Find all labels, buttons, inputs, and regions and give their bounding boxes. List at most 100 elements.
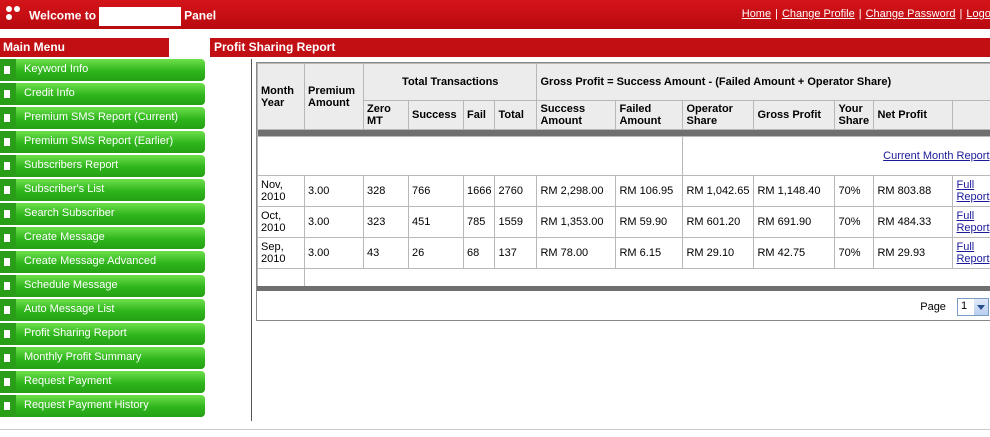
redacted-name-box <box>99 7 182 26</box>
table-row: Nov, 2010 3.00 328 766 1666 2760 RM 2,29… <box>257 175 990 207</box>
menu-item-schedule-message[interactable]: Schedule Message <box>0 275 205 297</box>
bullet-icon <box>4 306 10 314</box>
cell-gross-profit: RM 42.75 <box>753 237 836 269</box>
footer-cell <box>257 268 305 288</box>
report-panel: Month Year Premium Amount Total Transact… <box>256 62 990 321</box>
cell-gross-profit: RM 1,148.40 <box>753 175 836 207</box>
menu-item-create-message-advanced[interactable]: Create Message Advanced <box>0 251 205 273</box>
cell-fail: 68 <box>462 237 496 269</box>
bullet-icon <box>4 234 10 242</box>
col-operator-share: Operator Share <box>682 100 755 130</box>
cell-your-share: 70% <box>834 175 875 207</box>
table-row: Oct, 2010 3.00 323 451 785 1559 RM 1,353… <box>257 206 990 238</box>
bullet-icon <box>4 90 10 98</box>
cell-month: Sep, 2010 <box>257 237 305 269</box>
menu-item-credit-info[interactable]: Credit Info <box>0 83 205 105</box>
cell-total: 2760 <box>494 175 538 207</box>
col-total-transactions: Total Transactions <box>362 63 538 101</box>
col-zero-mt: Zero MT <box>363 100 409 130</box>
cell-gross-profit: RM 691.90 <box>753 206 836 238</box>
menu-item-search-subscriber[interactable]: Search Subscriber <box>0 203 205 225</box>
bullet-icon <box>4 114 10 122</box>
sidebar-divider <box>251 59 252 421</box>
cell-failed-amount: RM 59.90 <box>615 206 684 238</box>
menu-item-request-payment-history[interactable]: Request Payment History <box>0 395 205 417</box>
col-net-profit: Net Profit <box>873 100 954 130</box>
page-select-value: 1 <box>961 300 968 312</box>
main-menu: Keyword Info Credit Info Premium SMS Rep… <box>0 59 205 419</box>
col-gross-formula: Gross Profit = Success Amount - (Failed … <box>536 63 990 101</box>
welcome-text: Welcome to Panel <box>29 7 216 26</box>
menu-item-keyword-info[interactable]: Keyword Info <box>0 59 205 81</box>
bullet-icon <box>4 138 10 146</box>
menu-item-create-message[interactable]: Create Message <box>0 227 205 249</box>
logout-link[interactable]: Logout <box>966 8 990 20</box>
cell-operator-share: RM 29.10 <box>682 237 755 269</box>
col-action <box>952 100 990 130</box>
change-password-link[interactable]: Change Password <box>866 8 956 20</box>
menu-item-subscribers-report[interactable]: Subscribers Report <box>0 155 205 177</box>
full-report-link[interactable]: Full Report <box>956 241 989 265</box>
change-profile-link[interactable]: Change Profile <box>782 8 855 20</box>
menu-item-auto-message-list[interactable]: Auto Message List <box>0 299 205 321</box>
cell-operator-share: RM 1,042.65 <box>682 175 755 207</box>
cell-zero-mt: 43 <box>363 237 409 269</box>
cell-premium: 3.00 <box>304 237 364 269</box>
col-gross-profit: Gross Profit <box>753 100 836 130</box>
cell-fail: 1666 <box>462 175 496 207</box>
bullet-icon <box>4 282 10 290</box>
bullet-icon <box>4 330 10 338</box>
full-report-link[interactable]: Full Report <box>956 179 989 203</box>
menu-item-subscribers-list[interactable]: Subscriber's List <box>0 179 205 201</box>
cell-success-amount: RM 1,353.00 <box>536 206 617 238</box>
cell-premium: 3.00 <box>304 206 364 238</box>
cell-failed-amount: RM 6.15 <box>615 237 684 269</box>
col-fail: Fail <box>462 100 496 130</box>
col-success-amount: Success Amount <box>536 100 617 130</box>
cell-zero-mt: 323 <box>363 206 409 238</box>
col-total: Total <box>494 100 538 130</box>
menu-item-profit-sharing-report[interactable]: Profit Sharing Report <box>0 323 205 345</box>
bullet-icon <box>4 402 10 410</box>
main-menu-title: Main Menu <box>0 38 169 57</box>
top-links: Home | Change Profile | Change Password | Logo… <box>742 8 990 20</box>
bullet-icon <box>4 258 10 266</box>
chevron-down-icon[interactable] <box>974 299 988 315</box>
bullet-icon <box>4 378 10 386</box>
bullet-icon <box>4 354 10 362</box>
bullet-icon <box>4 210 10 218</box>
menu-item-monthly-profit-summary[interactable]: Monthly Profit Summary <box>0 347 205 369</box>
cell-operator-share: RM 601.20 <box>682 206 755 238</box>
cell-total: 1559 <box>494 206 538 238</box>
page-select[interactable]: 1 <box>957 298 989 316</box>
table-bottom-bar <box>257 286 990 291</box>
cell-failed-amount: RM 106.95 <box>615 175 684 207</box>
cell-success-amount: RM 78.00 <box>536 237 617 269</box>
cell-month: Oct, 2010 <box>257 206 305 238</box>
home-link[interactable]: Home <box>742 8 771 20</box>
cell-net-profit: RM 29.93 <box>873 237 954 269</box>
cell-zero-mt: 328 <box>363 175 409 207</box>
col-your-share: Your Share <box>834 100 875 130</box>
cell-your-share: 70% <box>834 237 875 269</box>
full-report-link[interactable]: Full Report <box>956 210 989 234</box>
cell-net-profit: RM 484.33 <box>873 206 954 238</box>
menu-item-premium-sms-earlier[interactable]: Premium SMS Report (Earlier) <box>0 131 205 153</box>
pager: Page 1 <box>920 298 989 316</box>
current-month-report-link[interactable]: Current Month Report <box>883 150 989 162</box>
report-table: Month Year Premium Amount Total Transact… <box>256 63 990 288</box>
menu-item-request-payment[interactable]: Request Payment <box>0 371 205 393</box>
cell-net-profit: RM 803.88 <box>873 175 954 207</box>
col-success: Success <box>408 100 464 130</box>
col-failed-amount: Failed Amount <box>615 100 684 130</box>
col-premium-amount: Premium Amount <box>304 63 364 130</box>
page-bottom-rule <box>0 429 990 430</box>
logo-icon <box>6 6 22 22</box>
bullet-icon <box>4 186 10 194</box>
cell-success: 26 <box>408 237 464 269</box>
table-row: Sep, 2010 3.00 43 26 68 137 RM 78.00 RM … <box>257 237 990 269</box>
page-title: Profit Sharing Report <box>210 38 990 57</box>
top-header-bar: Welcome to Panel Home | Change Profile | Chan… <box>0 0 990 29</box>
menu-item-premium-sms-current[interactable]: Premium SMS Report (Current) <box>0 107 205 129</box>
cell-your-share: 70% <box>834 206 875 238</box>
